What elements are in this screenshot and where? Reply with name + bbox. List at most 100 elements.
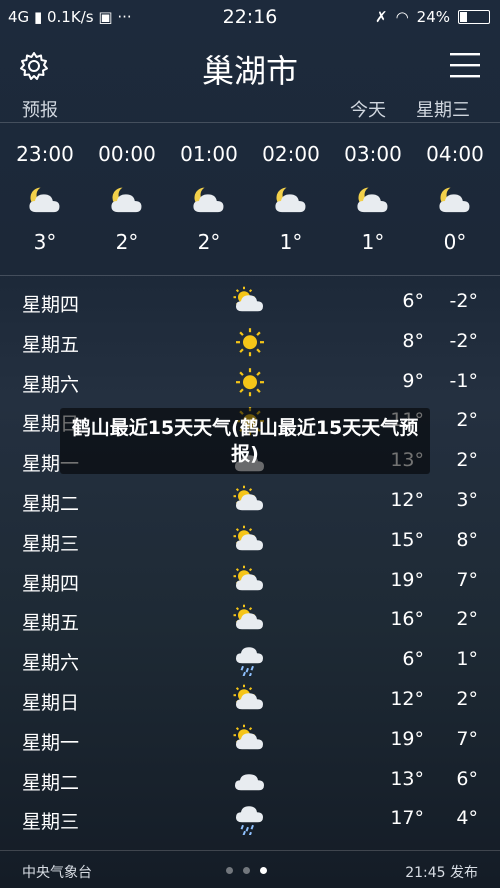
status-right: ✗ ◠ 24% xyxy=(375,8,490,26)
hour-time: 03:00 xyxy=(344,142,402,166)
wifi-icon: ◠ xyxy=(395,8,409,26)
daily-row: 星期五 8° -2° xyxy=(0,322,500,362)
high-temp: 9° xyxy=(402,369,424,392)
divider xyxy=(0,122,500,123)
low-temp: -1° xyxy=(449,369,478,392)
forecast-label: 预报 xyxy=(22,100,58,121)
app-header: 巢湖市 xyxy=(0,42,500,90)
day-name: 星期五 xyxy=(22,612,80,635)
battery-icon xyxy=(458,10,490,24)
weekday-label: 星期三 xyxy=(416,100,470,121)
day-name: 星期三 xyxy=(22,532,80,555)
day-name: 星期四 xyxy=(22,294,80,316)
hour-time: 04:00 xyxy=(426,142,484,166)
city-title: 巢湖市 xyxy=(201,52,298,90)
sunny-icon xyxy=(232,325,268,357)
hour-temp: 2° xyxy=(197,230,221,254)
high-temp: 12° xyxy=(390,488,424,511)
low-temp: 6° xyxy=(456,767,478,790)
forecast-subbar: 预报 今天 星期三 xyxy=(0,96,500,122)
hourly-item: 01:00 2° xyxy=(168,142,250,262)
hour-time: 23:00 xyxy=(16,142,74,166)
divider xyxy=(0,275,500,276)
high-temp: 6° xyxy=(402,290,424,312)
footer: 中央气象台 21:45 发布 xyxy=(0,850,500,888)
night-partly-cloudy-icon xyxy=(4,178,86,224)
page-dot[interactable] xyxy=(260,867,267,874)
partly-cloudy-icon xyxy=(232,603,268,635)
daily-row: 星期三 15° 8° xyxy=(0,521,500,561)
night-partly-cloudy-icon xyxy=(414,178,496,224)
high-temp: 19° xyxy=(390,568,424,591)
day-name: 星期一 xyxy=(22,731,80,754)
night-partly-cloudy-icon xyxy=(86,178,168,224)
daily-row: 星期四 6° -2° xyxy=(0,282,500,322)
cloudy-icon xyxy=(232,763,268,795)
hourly-item: 00:00 2° xyxy=(86,142,168,262)
hourly-item: 23:00 3° xyxy=(4,142,86,262)
page-indicator[interactable] xyxy=(226,867,267,874)
hourly-item: 03:00 1° xyxy=(332,142,414,262)
hour-temp: 1° xyxy=(279,230,303,254)
hour-temp: 1° xyxy=(361,230,385,254)
high-temp: 13° xyxy=(390,767,424,790)
daily-row: 星期四 19° 7° xyxy=(0,561,500,601)
hour-temp: 3° xyxy=(33,230,57,254)
hour-time: 01:00 xyxy=(180,142,238,166)
hourly-item: 04:00 0° xyxy=(414,142,496,262)
caption-text: 鹤山最近15天天气(鹤山最近15天天气预报) xyxy=(71,417,419,465)
high-temp: 12° xyxy=(390,687,424,710)
hourly-forecast[interactable]: 23:00 3° 00:00 2° 01:00 2° 02:00 1° 03:00 1° 04:00… xyxy=(0,142,500,262)
day-name: 星期六 xyxy=(22,373,80,396)
daily-row: 星期一 19° 7° xyxy=(0,720,500,760)
hourly-item: 02:00 1° xyxy=(250,142,332,262)
low-temp: -2° xyxy=(449,290,478,312)
low-temp: 2° xyxy=(456,687,478,710)
high-temp: 17° xyxy=(390,807,424,830)
daily-row: 星期五 16° 2° xyxy=(0,600,500,640)
low-temp: 2° xyxy=(456,409,478,432)
partly-cloudy-icon xyxy=(232,723,268,755)
hour-temp: 0° xyxy=(443,230,467,254)
battery-percent: 24% xyxy=(416,8,450,26)
low-temp: 8° xyxy=(456,528,478,551)
day-name: 星期二 xyxy=(22,771,80,794)
low-temp: 2° xyxy=(456,449,478,472)
day-name: 星期二 xyxy=(22,492,80,515)
hour-time: 02:00 xyxy=(262,142,320,166)
sunny-icon xyxy=(232,365,268,397)
partly-cloudy-icon xyxy=(232,285,268,317)
low-temp: 1° xyxy=(456,648,478,671)
rain-icon xyxy=(232,802,268,837)
partly-cloudy-icon xyxy=(232,484,268,516)
partly-cloudy-icon xyxy=(232,564,268,596)
page-dot[interactable] xyxy=(243,867,250,874)
page-dot[interactable] xyxy=(226,867,233,874)
rain-icon xyxy=(232,643,268,678)
daily-row: 星期六 6° 1° xyxy=(0,640,500,680)
day-name: 星期日 xyxy=(22,691,80,714)
low-temp: 3° xyxy=(456,488,478,511)
low-temp: 7° xyxy=(456,727,478,750)
daily-row: 星期二 13° 6° xyxy=(0,760,500,800)
today-label: 今天 xyxy=(350,100,386,121)
status-bar: 4G ▮ 0.1K/s ▣ ··· 22:16 ✗ ◠ 24% xyxy=(0,0,500,34)
daily-row: 星期三 17° 4° xyxy=(0,799,500,839)
high-temp: 15° xyxy=(390,528,424,551)
low-temp: 7° xyxy=(456,568,478,591)
night-partly-cloudy-icon xyxy=(250,178,332,224)
high-temp: 8° xyxy=(402,329,424,352)
publish-time: 21:45 发布 xyxy=(405,865,478,881)
high-temp: 6° xyxy=(402,648,424,671)
caption-overlay: 鹤山最近15天天气(鹤山最近15天天气预报) xyxy=(60,408,430,474)
partly-cloudy-icon xyxy=(232,524,268,556)
partly-cloudy-icon xyxy=(232,683,268,715)
low-temp: -2° xyxy=(449,329,478,352)
day-name: 星期四 xyxy=(22,572,80,595)
daily-row: 星期六 9° -1° xyxy=(0,362,500,402)
daily-row: 星期日 12° 2° xyxy=(0,680,500,720)
menu-icon[interactable] xyxy=(450,52,480,78)
high-temp: 16° xyxy=(390,608,424,631)
daily-forecast[interactable]: 星期四6°-2°星期五8°-2°星期六9°-1°星期日11°2°星期一13°2°… xyxy=(0,282,500,839)
night-partly-cloudy-icon xyxy=(332,178,414,224)
